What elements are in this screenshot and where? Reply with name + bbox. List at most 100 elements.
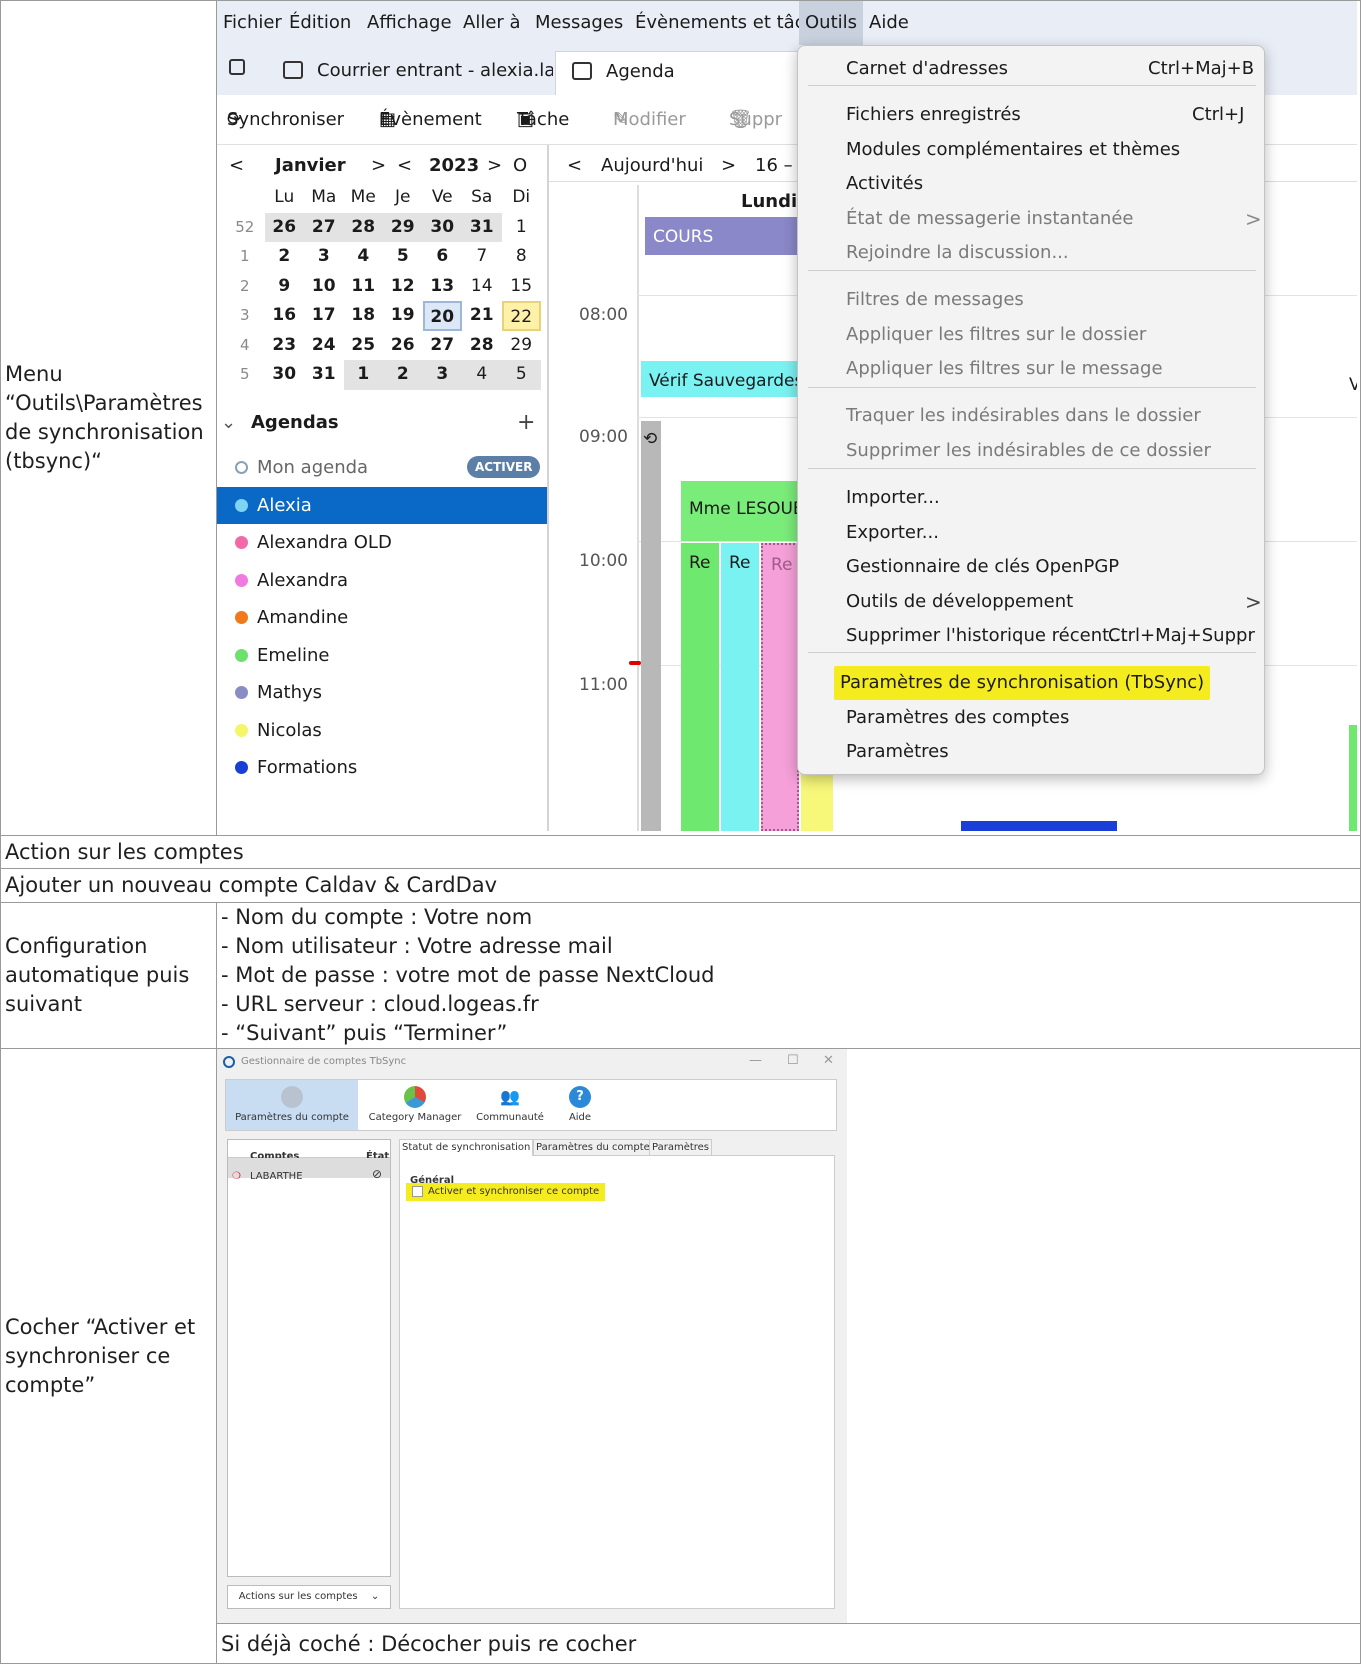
calendar-item[interactable]: Alexandra [218,562,548,599]
calendar-day[interactable]: 3 [422,360,462,390]
calendar-day[interactable]: 27 [423,331,463,361]
menu-aide[interactable]: Aide [863,2,915,46]
event-recurring-grey[interactable]: ⟲ [641,421,661,831]
menu-aller[interactable]: Aller à [457,2,527,46]
calendar-day[interactable]: 18 [344,301,384,331]
calendar-day[interactable]: 1 [343,360,383,390]
calendar-day[interactable]: 22 [501,301,541,331]
calendar-day[interactable]: 5 [501,360,541,390]
calendar-day[interactable]: 5 [383,242,423,272]
next-year-button[interactable]: > [487,151,502,181]
calendar-item[interactable]: Amandine [218,599,548,636]
menu-item[interactable]: Paramètres des comptes [846,701,1069,735]
calendar-day[interactable]: 19 [383,301,423,331]
event-formations-bar[interactable] [961,821,1117,831]
menu-item[interactable]: Paramètres [846,735,949,769]
calendar-day[interactable]: 28 [462,331,502,361]
calendar-day[interactable]: 31 [304,360,344,390]
maximize-icon[interactable]: ☐ [787,1053,799,1069]
event-re-pink[interactable]: Re [761,543,799,831]
tab-params[interactable]: Paramètres [649,1139,713,1156]
menu-fichier[interactable]: Fichier [218,2,288,46]
calendar-day[interactable]: 6 [423,242,463,272]
prev-month-button[interactable]: < [229,151,244,181]
calendar-day[interactable]: 28 [343,212,383,242]
calendar-item[interactable]: Emeline [218,637,548,674]
calendar-day[interactable]: 21 [462,301,502,331]
calendar-day[interactable]: 2 [265,242,305,272]
event-edge-green[interactable] [1349,725,1357,831]
menu-item[interactable]: Traquer les indésirables dans le dossier [846,399,1201,433]
menu-item[interactable]: Activités [846,167,923,201]
calendar-day[interactable]: 29 [502,331,542,361]
menu-item[interactable]: Exporter... [846,516,939,550]
calendar-day[interactable]: 16 [265,301,305,331]
calendar-day[interactable]: 3 [304,242,344,272]
next-day-button[interactable]: > [721,151,736,181]
account-actions-dropdown[interactable]: Actions sur les comptes ⌄ [227,1585,391,1609]
calendar-day[interactable]: 26 [264,212,304,242]
event-re-green[interactable]: Re [681,543,719,831]
calendar-item[interactable]: Nicolas [218,712,548,749]
sidebar-toggle-icon[interactable] [229,59,245,75]
calendar-day[interactable]: 14 [462,272,502,302]
menu-item[interactable]: Importer... [846,481,940,515]
menu-outils[interactable]: Outils [799,1,864,45]
calendar-day[interactable]: 4 [462,360,502,390]
menu-item[interactable]: Modules complémentaires et thèmes [846,133,1180,167]
calendar-day[interactable]: 24 [304,331,344,361]
calendar-day[interactable]: 30 [422,212,462,242]
calendar-day[interactable]: 26 [383,331,423,361]
chevron-down-icon[interactable]: ⌄ [221,405,236,441]
tab-sync-status[interactable]: Statut de synchronisation [399,1139,534,1156]
ribbon-category-manager[interactable]: Category Manager [360,1080,470,1130]
menu-affichage[interactable]: Affichage [361,2,458,46]
prev-day-button[interactable]: < [567,151,582,181]
activate-button[interactable]: ACTIVER [467,456,541,478]
tab-account-params[interactable]: Paramètres du compte [533,1139,653,1156]
today-nav-button[interactable]: Aujourd'hui [601,151,703,181]
calendar-day[interactable]: 2 [383,360,423,390]
menu-item[interactable]: Appliquer les filtres sur le message [846,352,1163,386]
calendar-day[interactable]: 17 [304,301,344,331]
minimize-icon[interactable]: — [749,1053,762,1069]
today-button[interactable]: O [513,151,527,181]
calendar-day[interactable]: 7 [462,242,502,272]
account-row[interactable]: ❍ LABARTHE ⊘ [228,1158,390,1182]
calendar-day[interactable]: 13 [423,272,463,302]
menu-item[interactable]: Filtres de messages [846,283,1024,317]
menu-messages[interactable]: Messages [529,2,629,46]
menu-item[interactable]: Carnet d'adresses [846,52,1008,86]
close-icon[interactable]: ✕ [823,1053,834,1069]
prev-year-button[interactable]: < [397,151,412,181]
checkbox-box[interactable] [412,1186,423,1197]
calendar-day[interactable]: 9 [265,272,305,302]
ribbon-community[interactable]: 👥 Communauté [472,1080,548,1130]
calendar-day[interactable]: 23 [265,331,305,361]
calendar-item[interactable]: Alexia [217,486,547,524]
calendar-item[interactable]: Formations [218,749,548,786]
calendar-day[interactable]: 27 [304,212,344,242]
enable-sync-checkbox[interactable]: Activer et synchroniser ce compte [406,1183,606,1201]
menu-item[interactable]: Fichiers enregistrés [846,98,1021,132]
calendar-day[interactable]: 10 [304,272,344,302]
calendar-day[interactable]: 29 [383,212,423,242]
menu-item[interactable]: Outils de développement [846,585,1073,619]
calendar-day[interactable]: 20 [422,301,462,331]
event-re-cyan[interactable]: Re [721,543,759,831]
calendar-day[interactable]: 30 [265,360,305,390]
calendar-day[interactable]: 8 [502,242,542,272]
menu-item[interactable]: État de messagerie instantanée [846,202,1133,236]
calendar-day[interactable]: 1 [502,213,542,243]
menu-edition[interactable]: Édition [283,2,357,46]
add-calendar-button[interactable]: + [517,405,535,441]
ribbon-account-settings[interactable]: Paramètres du compte [226,1080,358,1130]
ribbon-help[interactable]: ? Aide [552,1080,608,1130]
calendar-day[interactable]: 15 [502,272,542,302]
tab-mail[interactable]: Courrier entrant - alexia.laba [267,51,553,95]
menu-item[interactable]: Rejoindre la discussion... [846,236,1069,270]
calendar-day[interactable]: 25 [344,331,384,361]
menu-item[interactable]: Gestionnaire de clés OpenPGP [846,550,1119,584]
calendar-item[interactable]: Mathys [218,674,548,711]
menu-item[interactable]: Supprimer l'historique récent... [846,619,1126,653]
